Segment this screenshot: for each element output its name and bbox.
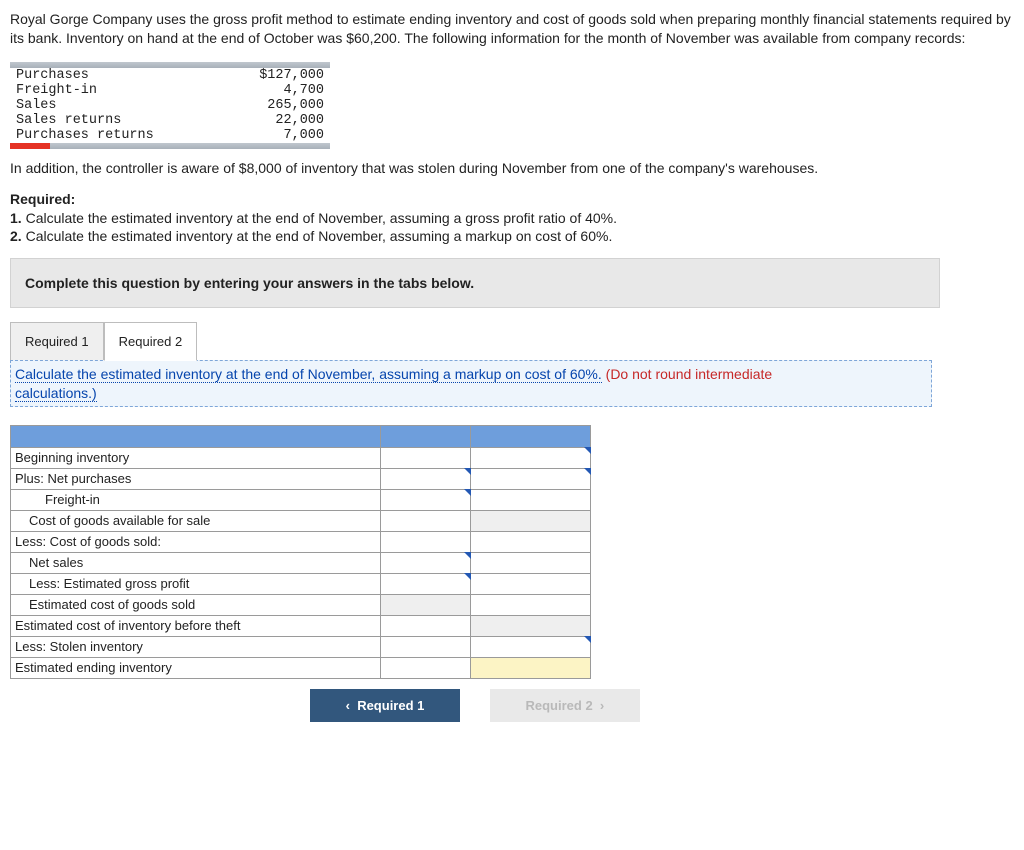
required-block: Required: 1. Calculate the estimated inv…: [10, 190, 1012, 247]
row-inv-before-theft: Estimated cost of inventory before theft: [11, 615, 381, 636]
row-less-cogs: Less: Cost of goods sold:: [11, 531, 381, 552]
row-est-gross-profit: Less: Estimated gross profit: [11, 573, 381, 594]
row-est-cogs: Estimated cost of goods sold: [11, 594, 381, 615]
tab-instruction-link[interactable]: Calculate the estimated inventory at the…: [15, 366, 602, 383]
tabs: Required 1 Required 2: [10, 322, 1012, 361]
tab-instruction-link-tail[interactable]: calculations.): [15, 385, 97, 402]
row-est-ending-inv: Estimated ending inventory: [11, 657, 381, 678]
tab-instruction: Calculate the estimated inventory at the…: [10, 360, 932, 406]
row-cogs-available: Cost of goods available for sale: [11, 510, 381, 531]
prev-button[interactable]: ‹ Required 1: [310, 689, 460, 722]
nav-buttons: ‹ Required 1 Required 2 ›: [310, 689, 1012, 722]
row-beginning-inventory: Beginning inventory: [11, 447, 381, 468]
tab-required-1[interactable]: Required 1: [10, 322, 104, 361]
tab-required-2[interactable]: Required 2: [104, 322, 198, 361]
row-stolen: Less: Stolen inventory: [11, 636, 381, 657]
instruction-bar: Complete this question by entering your …: [10, 258, 940, 308]
given-data-block: Purchases$127,000 Freight-in4,700 Sales2…: [10, 62, 330, 149]
row-freight-in: Freight-in: [11, 489, 381, 510]
row-net-purchases: Plus: Net purchases: [11, 468, 381, 489]
required-heading: Required:: [10, 191, 75, 207]
row-net-sales: Net sales: [11, 552, 381, 573]
next-button[interactable]: Required 2 ›: [490, 689, 640, 722]
answer-table: Beginning inventory Plus: Net purchases …: [10, 425, 591, 679]
given-data-table: Purchases$127,000 Freight-in4,700 Sales2…: [10, 68, 330, 143]
problem-intro: Royal Gorge Company uses the gross profi…: [10, 10, 1012, 48]
additional-info: In addition, the controller is aware of …: [10, 159, 1012, 178]
